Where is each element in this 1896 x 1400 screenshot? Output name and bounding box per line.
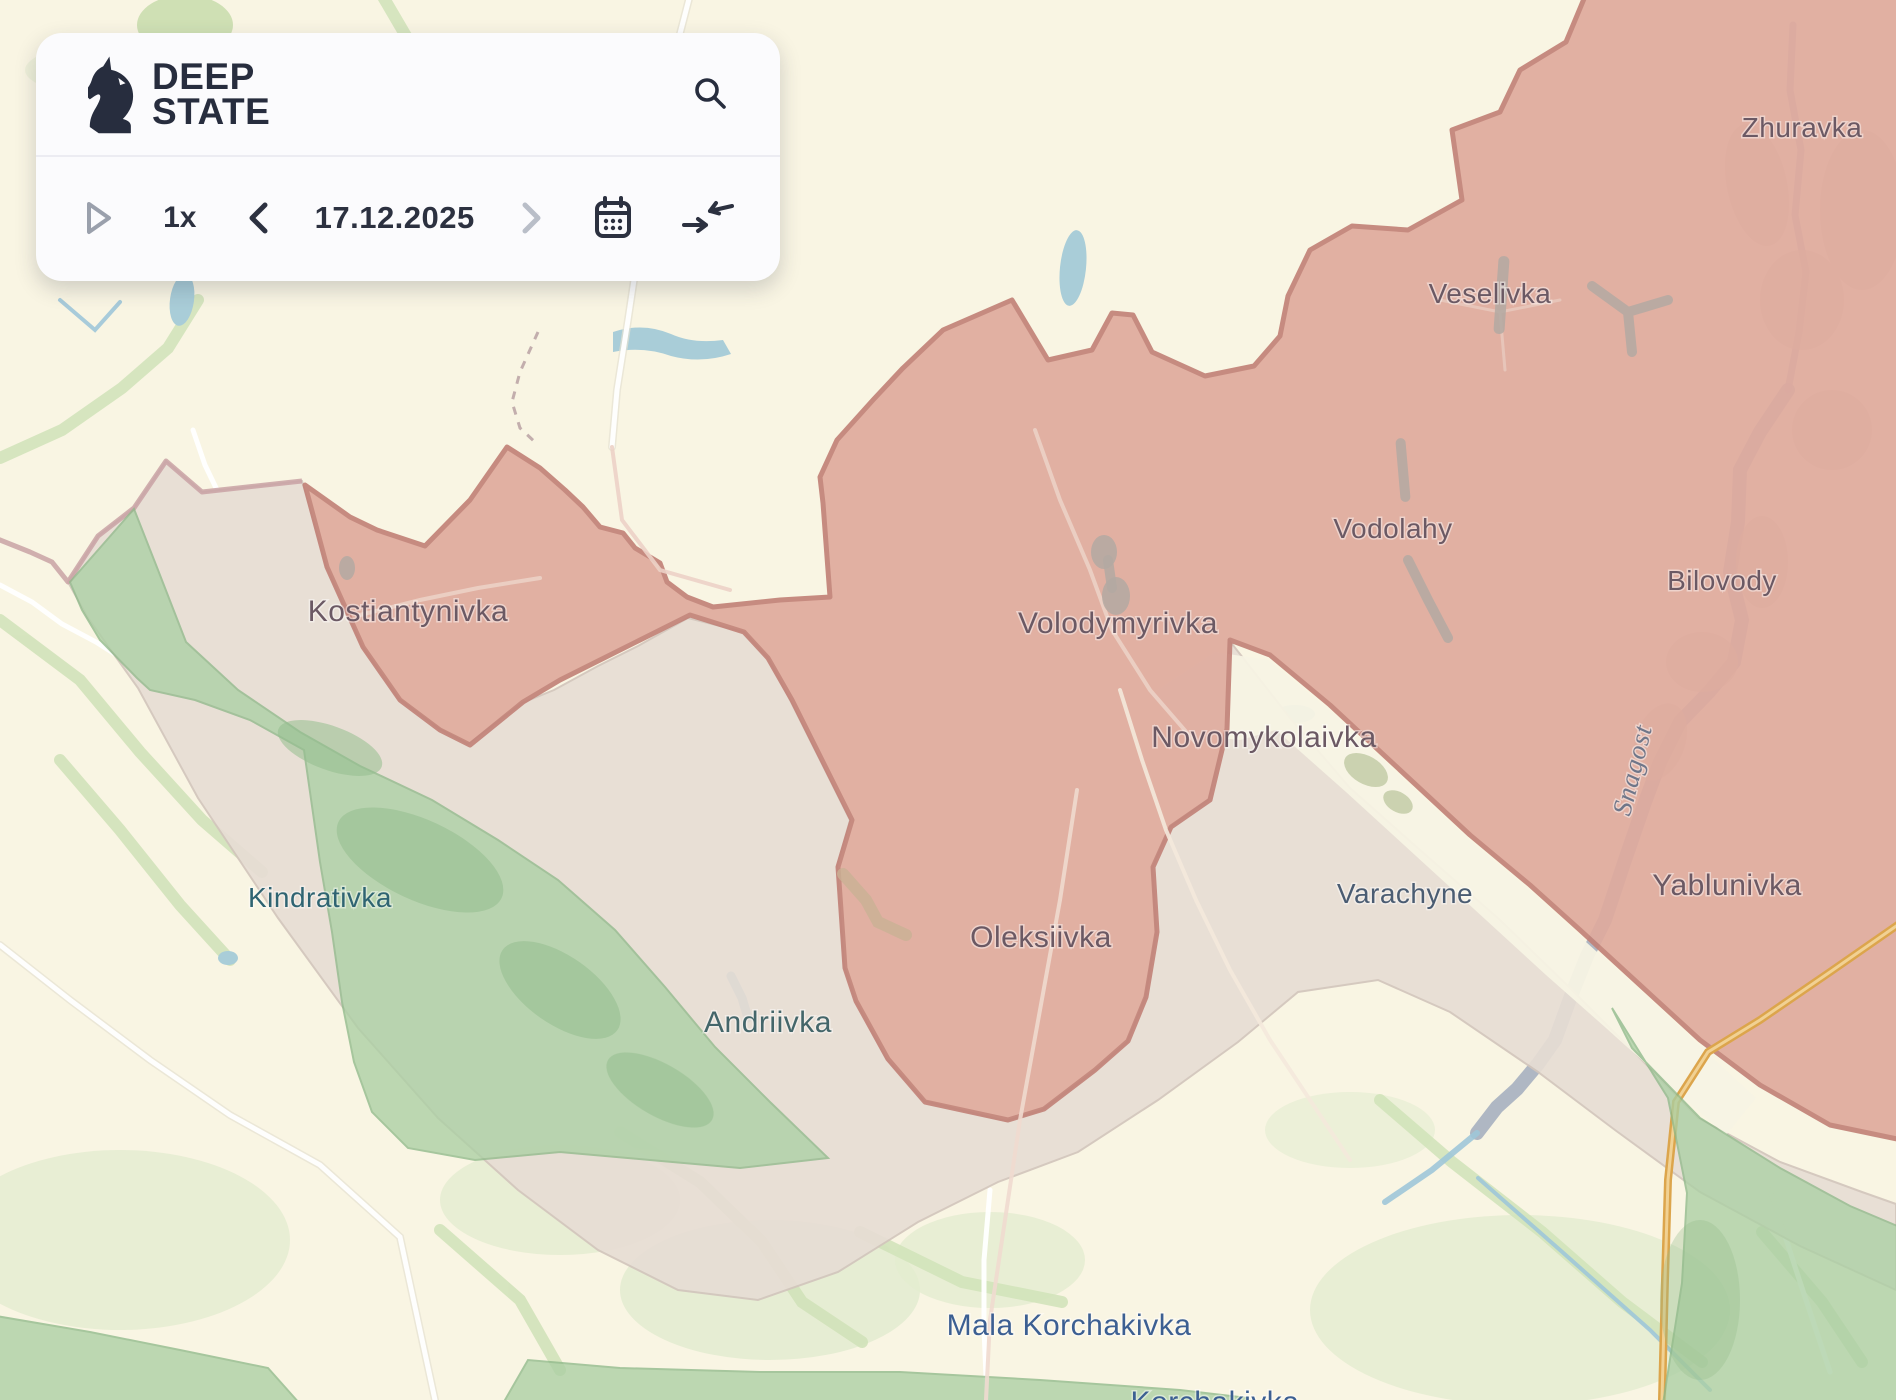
label-veselivka: Veselivka (1429, 278, 1552, 309)
chevron-left-icon (246, 200, 270, 236)
label-yablunivka: Yablunivka (1652, 869, 1802, 902)
prev-day-button[interactable] (242, 196, 274, 240)
label-novomykolaivka: Novomykolaivka (1151, 721, 1376, 754)
chevron-right-icon (520, 200, 544, 236)
chess-knight-icon (88, 48, 138, 140)
control-panel: DEEP STATE 1x 17.12.2025 (36, 33, 780, 281)
logo-line-2: STATE (152, 94, 270, 129)
compare-arrows-icon (682, 198, 734, 238)
search-button[interactable] (686, 69, 734, 120)
deepstate-logo[interactable]: DEEP STATE (88, 48, 270, 140)
label-zhuravka: Zhuravka (1742, 112, 1863, 143)
label-varachyne: Varachyne (1337, 878, 1473, 909)
label-kostiantynivka: Kostiantynivka (308, 595, 508, 628)
label-andriivka: Andriivka (704, 1006, 832, 1039)
label-korchakivka: Korchakivka (1131, 1386, 1300, 1400)
logo-line-1: DEEP (152, 59, 270, 94)
speed-button[interactable]: 1x (159, 197, 200, 239)
deepstate-map-app: Zhuravka Veselivka Vodolahy Bilovody Vol… (0, 0, 1896, 1400)
calendar-button[interactable] (589, 192, 637, 244)
date-display[interactable]: 17.12.2025 (315, 200, 475, 236)
compare-button[interactable] (678, 194, 738, 242)
play-button[interactable] (80, 196, 118, 240)
label-vodolahy: Vodolahy (1333, 513, 1452, 544)
search-icon (692, 75, 728, 111)
label-volodymyrivka: Volodymyrivka (1018, 607, 1218, 640)
next-day-button[interactable] (516, 196, 548, 240)
logo-wordmark: DEEP STATE (152, 59, 270, 129)
calendar-icon (593, 196, 633, 240)
label-bilovody: Bilovody (1667, 565, 1777, 596)
label-kindrativka: Kindrativka (248, 882, 392, 913)
play-triangle-icon (84, 200, 114, 236)
label-oleksiivka: Oleksiivka (970, 921, 1112, 954)
panel-header: DEEP STATE (36, 33, 780, 155)
timeline-controls: 1x 17.12.2025 (36, 157, 780, 279)
label-mala-korchakivka: Mala Korchakivka (947, 1309, 1192, 1342)
